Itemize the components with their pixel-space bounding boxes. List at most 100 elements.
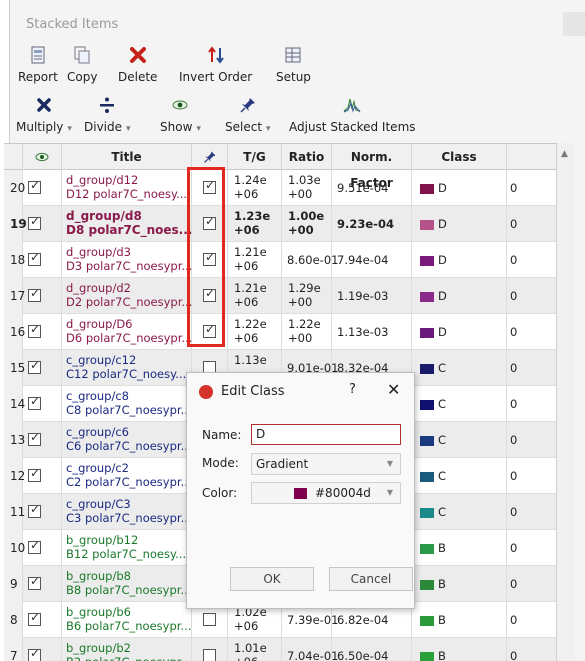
header-class[interactable]: Class bbox=[412, 144, 507, 170]
visibility-checkbox[interactable]: ✓ bbox=[28, 646, 41, 661]
class-cell[interactable]: B bbox=[412, 530, 507, 566]
visibility-cell[interactable]: ✓ bbox=[23, 278, 62, 314]
visibility-checkbox[interactable]: ✓ bbox=[28, 394, 41, 410]
visibility-checkbox[interactable]: ✓ bbox=[28, 538, 41, 554]
vertical-scrollbar[interactable]: ▲ bbox=[556, 143, 575, 661]
visibility-cell[interactable]: ✓ bbox=[23, 494, 62, 530]
item-name: B6 polar7C_noesypr... bbox=[66, 619, 192, 633]
visibility-checkbox[interactable]: ✓ bbox=[28, 358, 41, 374]
class-color-swatch bbox=[420, 256, 434, 266]
visibility-checkbox[interactable]: ✓ bbox=[28, 286, 41, 302]
title-cell[interactable]: c_group/c2 C2 polar7C_noesypr... bbox=[62, 458, 192, 494]
visibility-checkbox[interactable]: ✓ bbox=[28, 574, 41, 590]
class-cell[interactable]: D bbox=[412, 206, 507, 242]
title-cell[interactable]: c_group/c6 C6 polar7C_noesypr... bbox=[62, 422, 192, 458]
divide-button[interactable]: Divide ▾ bbox=[84, 96, 131, 134]
extra-cell: 0 bbox=[510, 181, 518, 195]
table-row[interactable]: 16 ✓ d_group/D6 D6 polar7C_noesypr... ✓ 1.22e… bbox=[4, 314, 575, 350]
invert-order-label: Invert Order bbox=[179, 70, 253, 84]
visibility-cell[interactable]: ✓ bbox=[23, 566, 62, 602]
select-cell[interactable] bbox=[192, 638, 228, 661]
title-cell[interactable]: c_group/C3 C3 polar7C_noesypr... bbox=[62, 494, 192, 530]
cancel-button[interactable]: Cancel bbox=[329, 567, 413, 591]
class-cell[interactable]: B bbox=[412, 602, 507, 638]
window-close-stub[interactable] bbox=[563, 12, 585, 36]
header-visibility[interactable] bbox=[23, 144, 62, 170]
visibility-cell[interactable]: ✓ bbox=[23, 638, 62, 661]
title-cell[interactable]: d_group/d8 D8 polar7C_noes... bbox=[62, 206, 192, 242]
visibility-checkbox[interactable]: ✓ bbox=[28, 322, 41, 338]
name-field[interactable]: D bbox=[251, 424, 401, 445]
visibility-cell[interactable]: ✓ bbox=[23, 530, 62, 566]
header-norm-factor[interactable]: Norm. Factor bbox=[332, 144, 412, 190]
class-cell[interactable]: C bbox=[412, 458, 507, 494]
title-cell[interactable]: b_group/b12 B12 polar7C_noesy... bbox=[62, 530, 192, 566]
class-cell[interactable]: C bbox=[412, 350, 507, 386]
help-button[interactable]: ? bbox=[349, 382, 356, 397]
title-cell[interactable]: c_group/c12 C12 polar7C_noesy... bbox=[62, 350, 192, 386]
mode-select[interactable]: Gradient ▼ bbox=[251, 453, 401, 475]
table-row[interactable]: 18 ✓ d_group/d3 D3 polar7C_noesypr... ✓ 1.21e… bbox=[4, 242, 575, 278]
table-row[interactable]: 7 ✓ b_group/b2B2 polar7C_noesypr... 1.01e+0… bbox=[4, 638, 575, 661]
delete-button[interactable]: Delete bbox=[118, 46, 157, 84]
select-button[interactable]: Select ▾ bbox=[225, 96, 271, 134]
visibility-checkbox[interactable]: ✓ bbox=[28, 502, 41, 518]
table-row[interactable]: 19 ✓ d_group/d8 D8 polar7C_noes... ✓ 1.23e +06… bbox=[4, 206, 575, 242]
visibility-cell[interactable]: ✓ bbox=[23, 602, 62, 638]
title-cell[interactable]: b_group/b6 B6 polar7C_noesypr... bbox=[62, 602, 192, 638]
visibility-cell[interactable]: ✓ bbox=[23, 386, 62, 422]
header-title[interactable]: Title bbox=[62, 144, 192, 170]
copy-button[interactable]: Copy bbox=[67, 46, 97, 84]
title-cell[interactable]: c_group/c8 C8 polar7C_noesypr... bbox=[62, 386, 192, 422]
window-title: Stacked Items bbox=[26, 17, 119, 32]
tg-cell: 1.22e +06 bbox=[228, 314, 282, 350]
table-row[interactable]: 20 ✓ d_group/d12 D12 polar7C_noesy... ✓ 1.24e… bbox=[4, 170, 575, 206]
header-ratio[interactable]: Ratio bbox=[282, 144, 332, 170]
visibility-cell[interactable]: ✓ bbox=[23, 458, 62, 494]
checkmark-icon: ✓ bbox=[30, 646, 41, 660]
visibility-cell[interactable]: ✓ bbox=[23, 170, 62, 206]
class-cell[interactable]: B bbox=[412, 638, 507, 661]
scroll-up-icon[interactable]: ▲ bbox=[561, 149, 568, 159]
visibility-checkbox[interactable]: ✓ bbox=[28, 430, 41, 446]
class-cell[interactable]: D bbox=[412, 314, 507, 350]
class-cell[interactable]: C bbox=[412, 386, 507, 422]
visibility-checkbox[interactable]: ✓ bbox=[28, 610, 41, 626]
class-cell[interactable]: C bbox=[412, 422, 507, 458]
visibility-cell[interactable]: ✓ bbox=[23, 350, 62, 386]
visibility-cell[interactable]: ✓ bbox=[23, 422, 62, 458]
title-cell[interactable]: b_group/b2B2 polar7C_noesypr... bbox=[62, 638, 192, 661]
title-cell[interactable]: d_group/d3 D3 polar7C_noesypr... bbox=[62, 242, 192, 278]
select-checkbox[interactable] bbox=[203, 613, 216, 626]
class-cell[interactable]: D bbox=[412, 242, 507, 278]
visibility-checkbox[interactable]: ✓ bbox=[28, 214, 41, 230]
title-cell[interactable]: d_group/D6 D6 polar7C_noesypr... bbox=[62, 314, 192, 350]
header-tg[interactable]: T/G bbox=[228, 144, 282, 170]
select-label: Select ▾ bbox=[225, 120, 271, 134]
class-label: B bbox=[438, 613, 446, 627]
select-checkbox[interactable] bbox=[203, 649, 216, 661]
class-cell[interactable]: D bbox=[412, 278, 507, 314]
multiply-button[interactable]: Multiply ▾ bbox=[16, 96, 72, 134]
table-row[interactable]: 17 ✓ d_group/d2 D2 polar7C_noesypr... ✓ 1.21e… bbox=[4, 278, 575, 314]
setup-button[interactable]: Setup bbox=[276, 46, 311, 84]
title-cell[interactable]: b_group/b8 B8 polar7C_noesypr... bbox=[62, 566, 192, 602]
show-button[interactable]: Show ▾ bbox=[160, 96, 201, 134]
adjust-stacked-items-button[interactable]: Adjust Stacked Items bbox=[289, 96, 416, 134]
visibility-checkbox[interactable]: ✓ bbox=[28, 466, 41, 482]
class-cell[interactable]: C bbox=[412, 494, 507, 530]
class-cell[interactable]: B bbox=[412, 566, 507, 602]
invert-order-button[interactable]: Invert Order bbox=[179, 46, 252, 84]
color-select[interactable]: #80004d ▼ bbox=[251, 482, 401, 504]
title-cell[interactable]: d_group/d12 D12 polar7C_noesy... bbox=[62, 170, 192, 206]
visibility-cell[interactable]: ✓ bbox=[23, 314, 62, 350]
visibility-cell[interactable]: ✓ bbox=[23, 242, 62, 278]
close-icon[interactable]: ✕ bbox=[387, 380, 400, 399]
visibility-checkbox[interactable]: ✓ bbox=[28, 178, 41, 194]
ok-button[interactable]: OK bbox=[230, 567, 314, 591]
report-button[interactable]: Report bbox=[18, 46, 58, 84]
visibility-checkbox[interactable]: ✓ bbox=[28, 250, 41, 266]
class-cell[interactable]: D bbox=[412, 170, 507, 206]
visibility-cell[interactable]: ✓ bbox=[23, 206, 62, 242]
title-cell[interactable]: d_group/d2 D2 polar7C_noesypr... bbox=[62, 278, 192, 314]
